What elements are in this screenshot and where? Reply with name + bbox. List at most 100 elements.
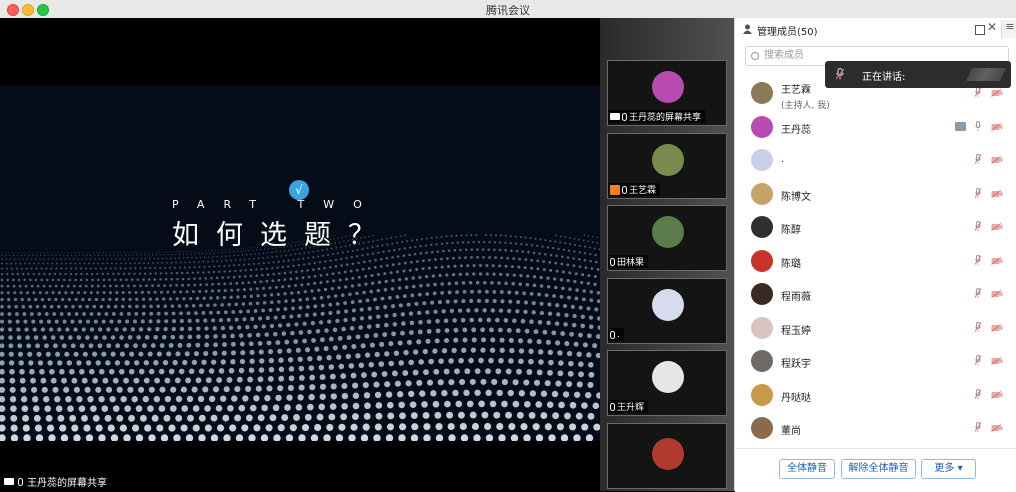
member-name: 董尚 xyxy=(781,426,801,437)
member-avatar xyxy=(751,316,773,339)
member-avatar xyxy=(751,82,773,104)
member-name: 陈璐 xyxy=(781,258,801,270)
camera-off-icon[interactable] xyxy=(991,323,1003,332)
member-name: 王丹蕊 xyxy=(781,124,811,136)
member-avatar xyxy=(751,249,773,272)
panel-footer: 全体静音 解除全体静音 更多 ▾ xyxy=(735,448,1016,492)
microphone-muted-icon xyxy=(610,330,615,339)
microphone-icon xyxy=(622,112,627,121)
member-name: 王艺霖 xyxy=(781,85,811,96)
microphone-muted-icon xyxy=(610,257,615,266)
member-row[interactable]: 程跃宇 xyxy=(735,344,1016,378)
member-name: 程雨薇 xyxy=(781,292,811,303)
video-tile[interactable]: 田林果 xyxy=(607,205,727,271)
member-row[interactable]: 陈醇 xyxy=(735,210,1016,244)
member-row[interactable]: 陈博文 xyxy=(735,177,1016,211)
member-name: 陈醇 xyxy=(781,225,801,236)
unmute-all-button[interactable]: 解除全体静音 xyxy=(841,459,916,479)
speaking-label: 正在讲话: xyxy=(862,72,906,83)
microphone-muted-icon[interactable] xyxy=(975,288,981,298)
shared-screen-view[interactable]: √ PART TWO 如何选题？ 王丹蕊的屏幕共享 xyxy=(0,18,600,491)
microphone-muted-icon xyxy=(610,402,615,411)
close-panel-icon[interactable]: ✕ xyxy=(987,20,997,34)
microphone-muted-icon[interactable] xyxy=(975,221,981,231)
video-thumbnail-strip[interactable]: 王丹蕊的屏幕共享 王艺霖田林果. 王升辉 xyxy=(600,18,734,491)
tile-participant-name: 田林果 xyxy=(617,258,645,268)
speaking-tooltip: 正在讲话: xyxy=(825,61,1011,88)
panel-menu-icon[interactable]: ≡ xyxy=(1001,20,1016,38)
camera-off-icon[interactable] xyxy=(991,357,1003,365)
member-list[interactable]: 王艺霖 (主持人, 我) 王丹蕊. 陈博文 陈醇 陈璐 程雨薇 程玉婷 程跃宇 丹哒哒 董尚 xyxy=(735,76,1016,448)
screen-share-icon xyxy=(610,113,620,120)
microphone-muted-icon[interactable] xyxy=(975,154,981,164)
microphone-muted-icon xyxy=(836,68,844,80)
dot-wave-graphic xyxy=(0,233,600,441)
camera-off-icon[interactable] xyxy=(991,390,1003,399)
participant-avatar xyxy=(652,144,684,176)
tile-label: 王升辉 xyxy=(608,400,649,413)
panel-title: 管理成员(50) xyxy=(757,27,818,38)
screen-share-label: 王丹蕊的屏幕共享 xyxy=(4,474,107,489)
member-name: 程跃宇 xyxy=(781,359,811,370)
microphone-muted-icon[interactable] xyxy=(975,422,981,432)
camera-off-icon[interactable] xyxy=(991,189,1003,198)
tile-label: 田林果 xyxy=(608,255,649,268)
participant-avatar xyxy=(652,438,684,470)
window-titlebar: 腾讯会议 xyxy=(0,0,1016,19)
member-row[interactable]: 程雨薇 xyxy=(735,277,1016,311)
member-management-panel: 管理成员(50) ✕ ≡ 搜索成员 王艺霖 (主持人, 我) 王丹蕊. 陈博文 陈醇 陈璐… xyxy=(734,18,1016,492)
member-row[interactable]: . xyxy=(735,143,1016,177)
member-row[interactable]: 程玉婷 xyxy=(735,311,1016,345)
member-row[interactable]: 丹哒哒 xyxy=(735,378,1016,412)
speaker-name-obscured xyxy=(965,68,1007,81)
member-row[interactable]: 董尚 xyxy=(735,411,1016,445)
camera-off-icon[interactable] xyxy=(991,122,1003,131)
microphone-muted-icon[interactable] xyxy=(975,321,981,332)
microphone-icon[interactable] xyxy=(975,120,981,131)
user-icon xyxy=(743,24,752,34)
microphone-muted-icon[interactable] xyxy=(975,254,981,265)
video-tile[interactable]: . xyxy=(607,278,727,344)
tile-participant-name: . xyxy=(617,329,620,340)
microphone-muted-icon[interactable] xyxy=(975,87,981,97)
video-tile[interactable]: 王升辉 xyxy=(607,350,727,416)
tile-participant-name: 王艺霖 xyxy=(629,186,657,196)
camera-off-icon[interactable] xyxy=(991,223,1003,231)
participant-avatar xyxy=(652,71,684,103)
microphone-muted-icon[interactable] xyxy=(975,355,981,365)
screen-share-icon xyxy=(955,121,966,131)
tile-participant-name: 王升辉 xyxy=(617,403,645,413)
member-avatar xyxy=(751,115,773,138)
tile-label: 王丹蕊的屏幕共享 xyxy=(608,110,706,123)
member-row[interactable]: 王丹蕊 xyxy=(735,110,1016,144)
panel-header: 管理成员(50) ✕ ≡ xyxy=(735,18,1016,42)
member-name: . xyxy=(781,154,785,165)
camera-off-icon[interactable] xyxy=(991,89,1003,97)
member-row[interactable]: 陈璐 xyxy=(735,244,1016,278)
member-avatar xyxy=(751,383,773,406)
slide-heading: 如何选题？ xyxy=(172,220,392,251)
popout-icon[interactable] xyxy=(975,25,985,35)
video-tile[interactable] xyxy=(607,423,727,489)
microphone-muted-icon[interactable] xyxy=(975,187,981,198)
screen-share-owner: 王丹蕊的屏幕共享 xyxy=(27,478,107,489)
search-placeholder: 搜索成员 xyxy=(764,50,804,61)
camera-off-icon[interactable] xyxy=(991,424,1003,432)
member-avatar xyxy=(751,182,773,205)
camera-off-icon[interactable] xyxy=(991,290,1003,298)
member-avatar xyxy=(751,350,773,372)
camera-off-icon[interactable] xyxy=(991,156,1003,164)
mute-all-button[interactable]: 全体静音 xyxy=(779,459,835,479)
microphone-muted-icon[interactable] xyxy=(975,388,981,399)
participant-avatar xyxy=(652,361,684,393)
video-tile[interactable]: 王艺霖 xyxy=(607,133,727,199)
tile-participant-name: 王丹蕊的屏幕共享 xyxy=(629,113,702,123)
member-avatar xyxy=(751,149,773,171)
tile-label: . xyxy=(608,328,624,341)
more-button[interactable]: 更多 ▾ xyxy=(921,459,976,479)
participant-avatar xyxy=(652,289,684,321)
member-name: 程玉婷 xyxy=(781,325,811,337)
video-tile[interactable]: 王丹蕊的屏幕共享 xyxy=(607,60,727,126)
camera-off-icon[interactable] xyxy=(991,256,1003,265)
member-name: 陈博文 xyxy=(781,191,811,203)
